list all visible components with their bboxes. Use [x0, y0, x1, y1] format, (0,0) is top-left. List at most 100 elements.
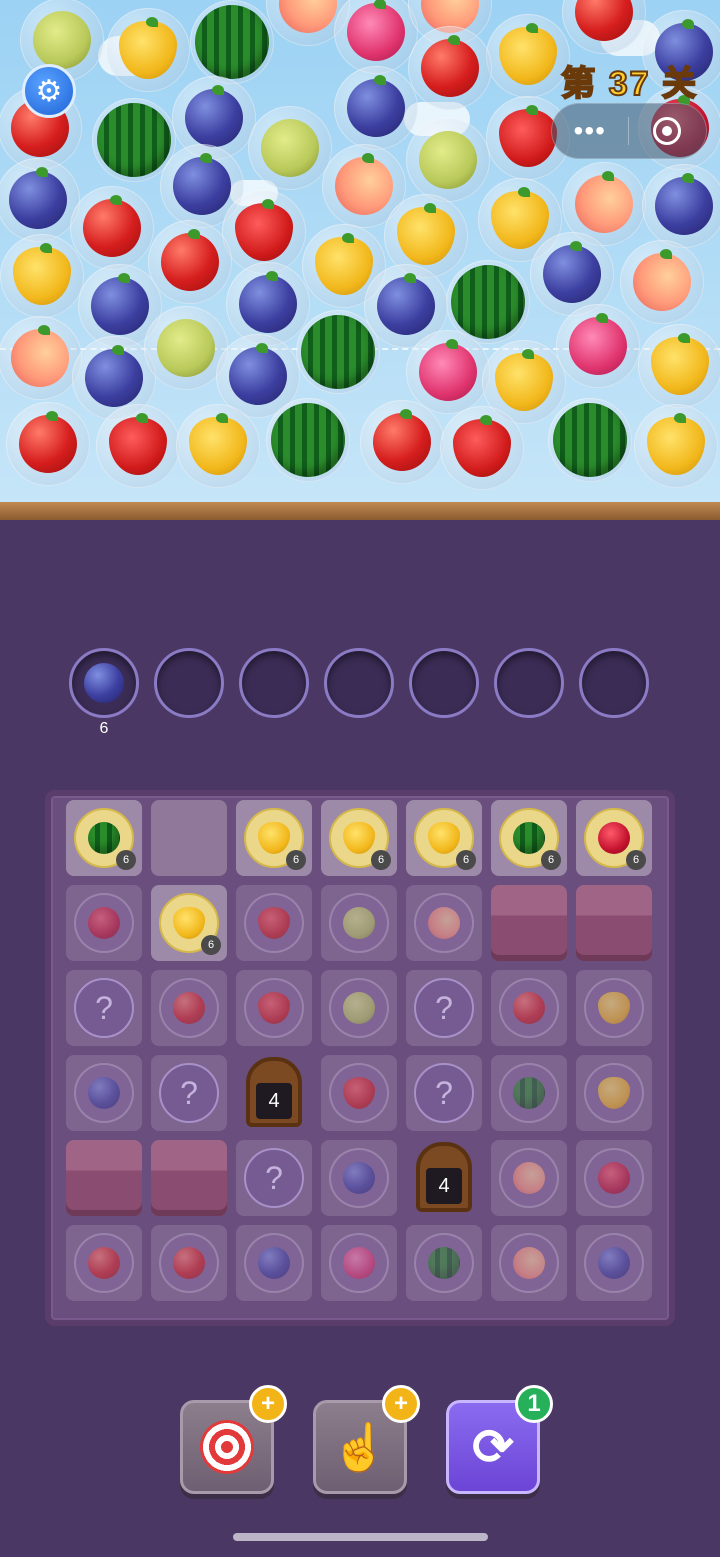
peach-icon [279, 0, 337, 33]
board-tile-blueberry [576, 1225, 652, 1301]
more-button[interactable]: ••• [552, 103, 628, 159]
peach-icon [575, 175, 633, 233]
blueberry-icon [543, 245, 601, 303]
board-hidden-tile: ? [66, 970, 142, 1046]
fruit-bubble [266, 398, 350, 482]
shuffle-booster-button[interactable]: ⟳ 1 [446, 1385, 553, 1494]
pointing-hand-icon: ☝ [331, 1420, 389, 1473]
board-tile-watermelon[interactable]: 6 [66, 800, 142, 876]
board-hidden-tile: ? [406, 1055, 482, 1131]
apple-icon [83, 199, 141, 257]
fruit-bubble [0, 316, 82, 400]
chest-icon: 4 [246, 1057, 302, 1127]
board-tile-peach [491, 1225, 567, 1301]
fruit-bubble [642, 164, 720, 248]
board-hidden-tile: ? [406, 970, 482, 1046]
tap-booster-button[interactable]: ☝ + [313, 1385, 420, 1494]
tile-count-badge: 6 [456, 850, 476, 870]
booster-badge: + [382, 1385, 420, 1423]
settings-button[interactable]: ⚙ [22, 64, 76, 118]
fruit-bubble [0, 234, 84, 318]
board-tile-pineapple[interactable]: 6 [406, 800, 482, 876]
fruit-bubble [360, 400, 444, 484]
close-button[interactable] [629, 117, 707, 145]
board-tile-pineapple [576, 1055, 652, 1131]
board-chest: 4 [236, 1055, 312, 1131]
dragonfruit-icon [419, 343, 477, 401]
fruit-bubble [620, 240, 704, 324]
mini-program-capsule: ••• [551, 103, 707, 159]
level-label: 第 37 关 [560, 64, 698, 104]
pomegranate-icon [598, 1162, 630, 1194]
tile-count-badge: 6 [371, 850, 391, 870]
watermelon-icon [271, 403, 345, 477]
booster-badge: + [249, 1385, 287, 1423]
ground-ledge [0, 502, 720, 520]
peach-icon [513, 1247, 545, 1279]
board-tile-pomegranate[interactable]: 6 [576, 800, 652, 876]
board-tile-watermelon [406, 1225, 482, 1301]
strawberry-icon [258, 907, 290, 939]
apple-icon [575, 0, 633, 41]
board-tile-apple [66, 1225, 142, 1301]
blueberry-icon [84, 663, 124, 703]
apple-icon [373, 413, 431, 471]
pineapple-icon [315, 237, 373, 295]
tile-count-badge: 6 [626, 850, 646, 870]
booster-count-badge: 1 [515, 1385, 553, 1423]
board-tile-watermelon[interactable]: 6 [491, 800, 567, 876]
blueberry-icon [655, 177, 713, 235]
pineapple-icon [598, 1077, 630, 1109]
question-mark-icon: ? [265, 1160, 283, 1196]
board-tile-pineapple [576, 970, 652, 1046]
fruit-bubble [190, 0, 274, 84]
apple-icon [173, 1247, 205, 1279]
fruit-bubble [486, 14, 570, 98]
board-tile-blueberry [66, 1055, 142, 1131]
apple-icon [173, 992, 205, 1024]
board-tile-pineapple[interactable]: 6 [236, 800, 312, 876]
tile-count-badge: 6 [116, 850, 136, 870]
question-mark-icon: ? [180, 1075, 198, 1111]
strawberry-icon [453, 419, 511, 477]
target-booster-button[interactable]: + [180, 1385, 287, 1494]
board-tile-strawberry [321, 1055, 397, 1131]
strawberry-icon [499, 109, 557, 167]
fruit-bubble [176, 404, 260, 488]
fruit-bubble [548, 398, 632, 482]
peach-icon [335, 157, 393, 215]
watermelon-icon [301, 315, 375, 389]
gear-icon: ⚙ [35, 74, 63, 108]
pomegranate-icon [598, 822, 630, 854]
blueberry-icon [88, 1077, 120, 1109]
board-tile-apple [151, 970, 227, 1046]
pineapple-icon [651, 337, 709, 395]
board-tile-strawberry [236, 885, 312, 961]
blueberry-icon [229, 347, 287, 405]
blueberry-icon [239, 275, 297, 333]
peach-icon [428, 907, 460, 939]
pineapple-icon [119, 21, 177, 79]
collector-slot [324, 648, 394, 718]
fruit-bubble [408, 26, 492, 110]
chest-icon: 4 [416, 1142, 472, 1212]
board-tile-pineapple[interactable]: 6 [151, 885, 227, 961]
board-tile-pineapple[interactable]: 6 [321, 800, 397, 876]
pineapple-icon [397, 207, 455, 265]
durian-icon [33, 11, 91, 69]
board-tile-watermelon [491, 1055, 567, 1131]
board-tile-blueberry [321, 1140, 397, 1216]
watermelon-icon [97, 103, 171, 177]
collector-slot [409, 648, 479, 718]
question-mark-icon: ? [435, 990, 453, 1026]
blueberry-icon [173, 157, 231, 215]
blueberry-icon [343, 1162, 375, 1194]
peach-icon [633, 253, 691, 311]
home-indicator[interactable] [233, 1533, 488, 1541]
strawberry-icon [343, 1077, 375, 1109]
apple-icon [513, 992, 545, 1024]
dragonfruit-icon [343, 1247, 375, 1279]
blueberry-icon [9, 171, 67, 229]
watermelon-icon [451, 265, 525, 339]
collector-slot [494, 648, 564, 718]
